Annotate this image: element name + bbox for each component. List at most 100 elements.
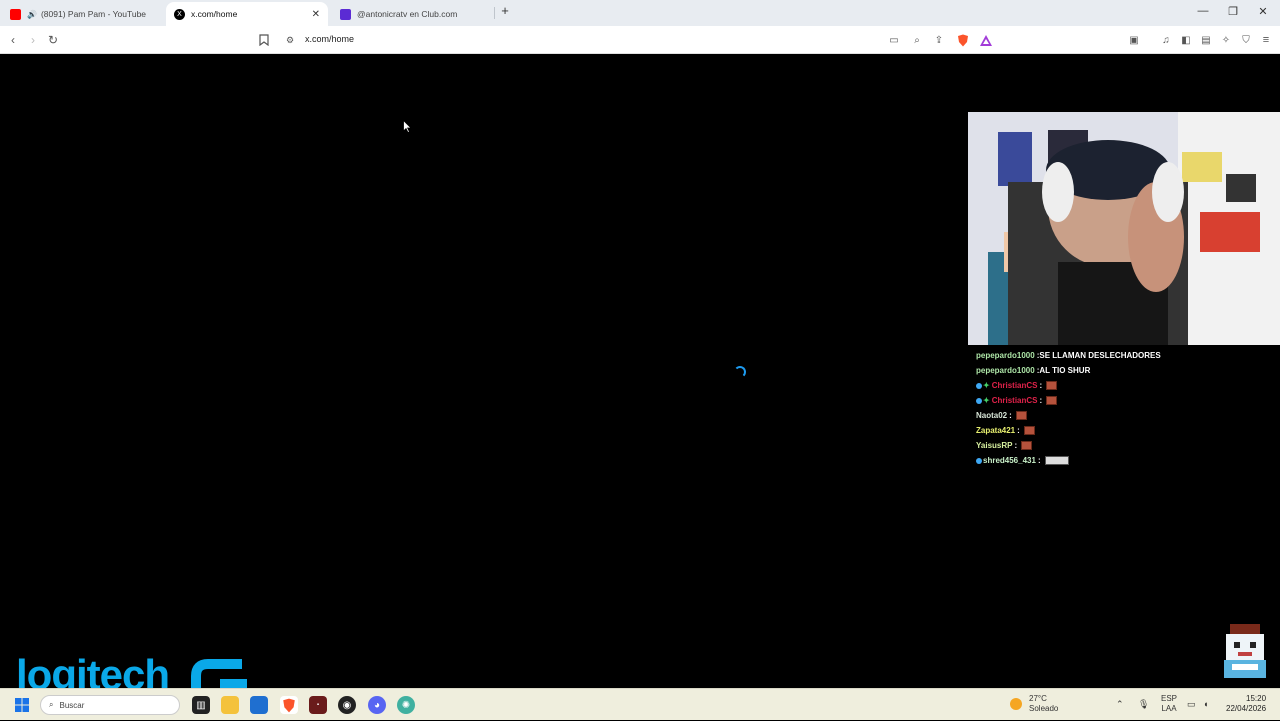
loading-spinner-icon — [734, 366, 746, 378]
maximize-button[interactable]: ❐ — [1226, 5, 1240, 18]
emote-icon — [1015, 411, 1027, 420]
share-icon[interactable]: ⇪ — [931, 32, 947, 48]
chat-message: YaisusRP : — [976, 438, 1276, 453]
leo-ai-icon[interactable]: ✧ — [1218, 32, 1234, 48]
clock[interactable]: 15:20 22/04/2026 — [1226, 694, 1266, 714]
new-tab-button[interactable]: + — [498, 3, 512, 18]
chat-username: pepepardo1000 — [976, 351, 1035, 360]
weather-widget[interactable]: 27°C Soleado — [1029, 694, 1058, 714]
tab-x-home[interactable]: X x.com/home ✕ — [166, 2, 328, 26]
chat-text: SE LLAMAN DESLECHADORES — [1039, 351, 1161, 360]
brave-browser-icon[interactable] — [280, 696, 298, 714]
x-icon: X — [174, 8, 185, 20]
speaker-icon[interactable]: 🔊 — [27, 10, 37, 19]
chat-separator: : — [1014, 441, 1018, 450]
chat-separator: : — [1017, 426, 1020, 435]
chat-message: Naota02 : — [976, 408, 1276, 423]
emote-icon — [1046, 396, 1058, 405]
obs-icon[interactable]: ◉ — [338, 696, 356, 714]
mouse-cursor-icon — [403, 119, 412, 138]
brave-shields-icon[interactable] — [955, 32, 971, 48]
brave-rewards-icon[interactable] — [978, 32, 994, 48]
media-icon[interactable]: ♫ — [1158, 32, 1174, 48]
cast-icon[interactable]: ▭ — [886, 32, 902, 48]
chat-username: ChristianCS — [991, 396, 1038, 405]
close-window-button[interactable]: ✕ — [1256, 5, 1270, 18]
star-badge-icon: ✦ — [983, 396, 990, 405]
chat-text: AL TIO SHUR — [1039, 366, 1091, 375]
chat-username: pepepardo1000 — [976, 366, 1035, 375]
chat-message: shred456_431 : — [976, 453, 1276, 468]
discord-icon[interactable]: ◕ — [368, 696, 386, 714]
chat-username: ChristianCS — [991, 381, 1038, 390]
microphone-icon[interactable]: 🎙 — [1138, 699, 1149, 710]
tray-chevron-icon[interactable]: ⌃ — [1116, 699, 1124, 710]
lang-top: ESP — [1161, 694, 1178, 703]
vpn-icon[interactable]: ⛉ — [1238, 32, 1254, 48]
minimize-button[interactable]: — — [1196, 5, 1210, 17]
store-icon[interactable] — [250, 696, 268, 714]
chat-username: Naota02 — [976, 411, 1008, 420]
chat-message: pepepardo1000 : AL TIO SHUR — [976, 363, 1276, 378]
pixel-mascot-icon — [1220, 624, 1270, 680]
menu-icon[interactable]: ≡ — [1258, 32, 1274, 48]
lang-bottom: LAA — [1161, 704, 1177, 713]
windows-start-icon[interactable] — [13, 696, 31, 714]
sub-badge-icon — [976, 397, 982, 404]
chat-separator: : — [1039, 396, 1043, 405]
tab-club[interactable]: @antonicratv en Club.com — [332, 2, 492, 26]
emote-icon — [1046, 381, 1058, 390]
youtube-icon — [10, 8, 21, 20]
forward-button[interactable]: › — [25, 32, 41, 48]
file-explorer-icon[interactable] — [221, 696, 239, 714]
emote-icon — [1023, 426, 1035, 435]
chat-message: ✦ ChristianCS : — [976, 378, 1276, 393]
stream-chat: pepepardo1000 : SE LLAMAN DESLECHADORES … — [976, 348, 1276, 468]
chat-message: pepepardo1000 : SE LLAMAN DESLECHADORES — [976, 348, 1276, 363]
wallet-icon[interactable]: ▤ — [1198, 32, 1214, 48]
tab-title: @antonicratv en Club.com — [357, 9, 458, 19]
tab-title: x.com/home — [191, 9, 238, 19]
sub-badge-icon — [976, 457, 982, 464]
emote-icon — [1044, 456, 1069, 465]
chat-username: YaisusRP — [976, 441, 1013, 450]
address-bar[interactable]: x.com/home — [305, 34, 354, 44]
weather-icon[interactable] — [1010, 698, 1022, 710]
clock-date: 22/04/2026 — [1226, 704, 1267, 713]
weather-temp: 27°C — [1029, 694, 1047, 703]
chat-message: Zapata421 : — [976, 423, 1276, 438]
reload-button[interactable]: ↻ — [45, 32, 61, 48]
star-badge-icon: ✦ — [983, 381, 990, 390]
sub-badge-icon — [976, 382, 982, 389]
site-settings-icon[interactable]: ⚙ — [282, 32, 298, 48]
tab-search-icon[interactable]: ▣ — [1126, 32, 1142, 48]
app-icon[interactable]: ▪ — [309, 696, 327, 714]
close-tab-icon[interactable]: ✕ — [312, 9, 320, 20]
chat-username: Zapata421 — [976, 426, 1016, 435]
bookmark-icon[interactable] — [256, 32, 272, 48]
webcam-overlay — [968, 112, 1280, 345]
chat-message: ✦ ChristianCS : — [976, 393, 1276, 408]
tab-divider — [494, 7, 495, 19]
chat-separator: : — [1009, 411, 1012, 420]
back-button[interactable]: ‹ — [5, 32, 21, 48]
task-view-icon[interactable]: ▥ — [192, 696, 210, 714]
language-indicator[interactable]: ESP LAA — [1161, 694, 1177, 714]
emote-icon — [1021, 441, 1033, 450]
network-icon[interactable]: ▭ — [1187, 699, 1196, 710]
chat-separator: : — [1039, 381, 1043, 390]
app-globe-icon[interactable]: ✺ — [397, 696, 415, 714]
search-placeholder: Buscar — [59, 700, 85, 710]
taskbar-search-input[interactable]: ⌕ Buscar — [40, 695, 180, 715]
club-icon — [340, 8, 351, 20]
clock-time: 15:20 — [1246, 694, 1267, 703]
taskbar: ⌕ Buscar ▥ ▪ ◉ ◕ ✺ 27°C Soleado ⌃ 🎙 ESP … — [0, 688, 1280, 720]
sidebar-icon[interactable]: ◧ — [1178, 32, 1194, 48]
tab-strip: 🔊 (8091) Pam Pam - YouTube X x.com/home … — [0, 0, 1280, 26]
volume-icon[interactable]: ◖ — [1203, 699, 1208, 709]
search-icon: ⌕ — [49, 700, 54, 709]
chat-username: shred456_431 — [983, 456, 1036, 465]
zoom-icon[interactable]: ⌕ — [909, 32, 925, 48]
tab-youtube[interactable]: 🔊 (8091) Pam Pam - YouTube — [2, 2, 162, 26]
chat-separator: : — [1037, 456, 1041, 465]
